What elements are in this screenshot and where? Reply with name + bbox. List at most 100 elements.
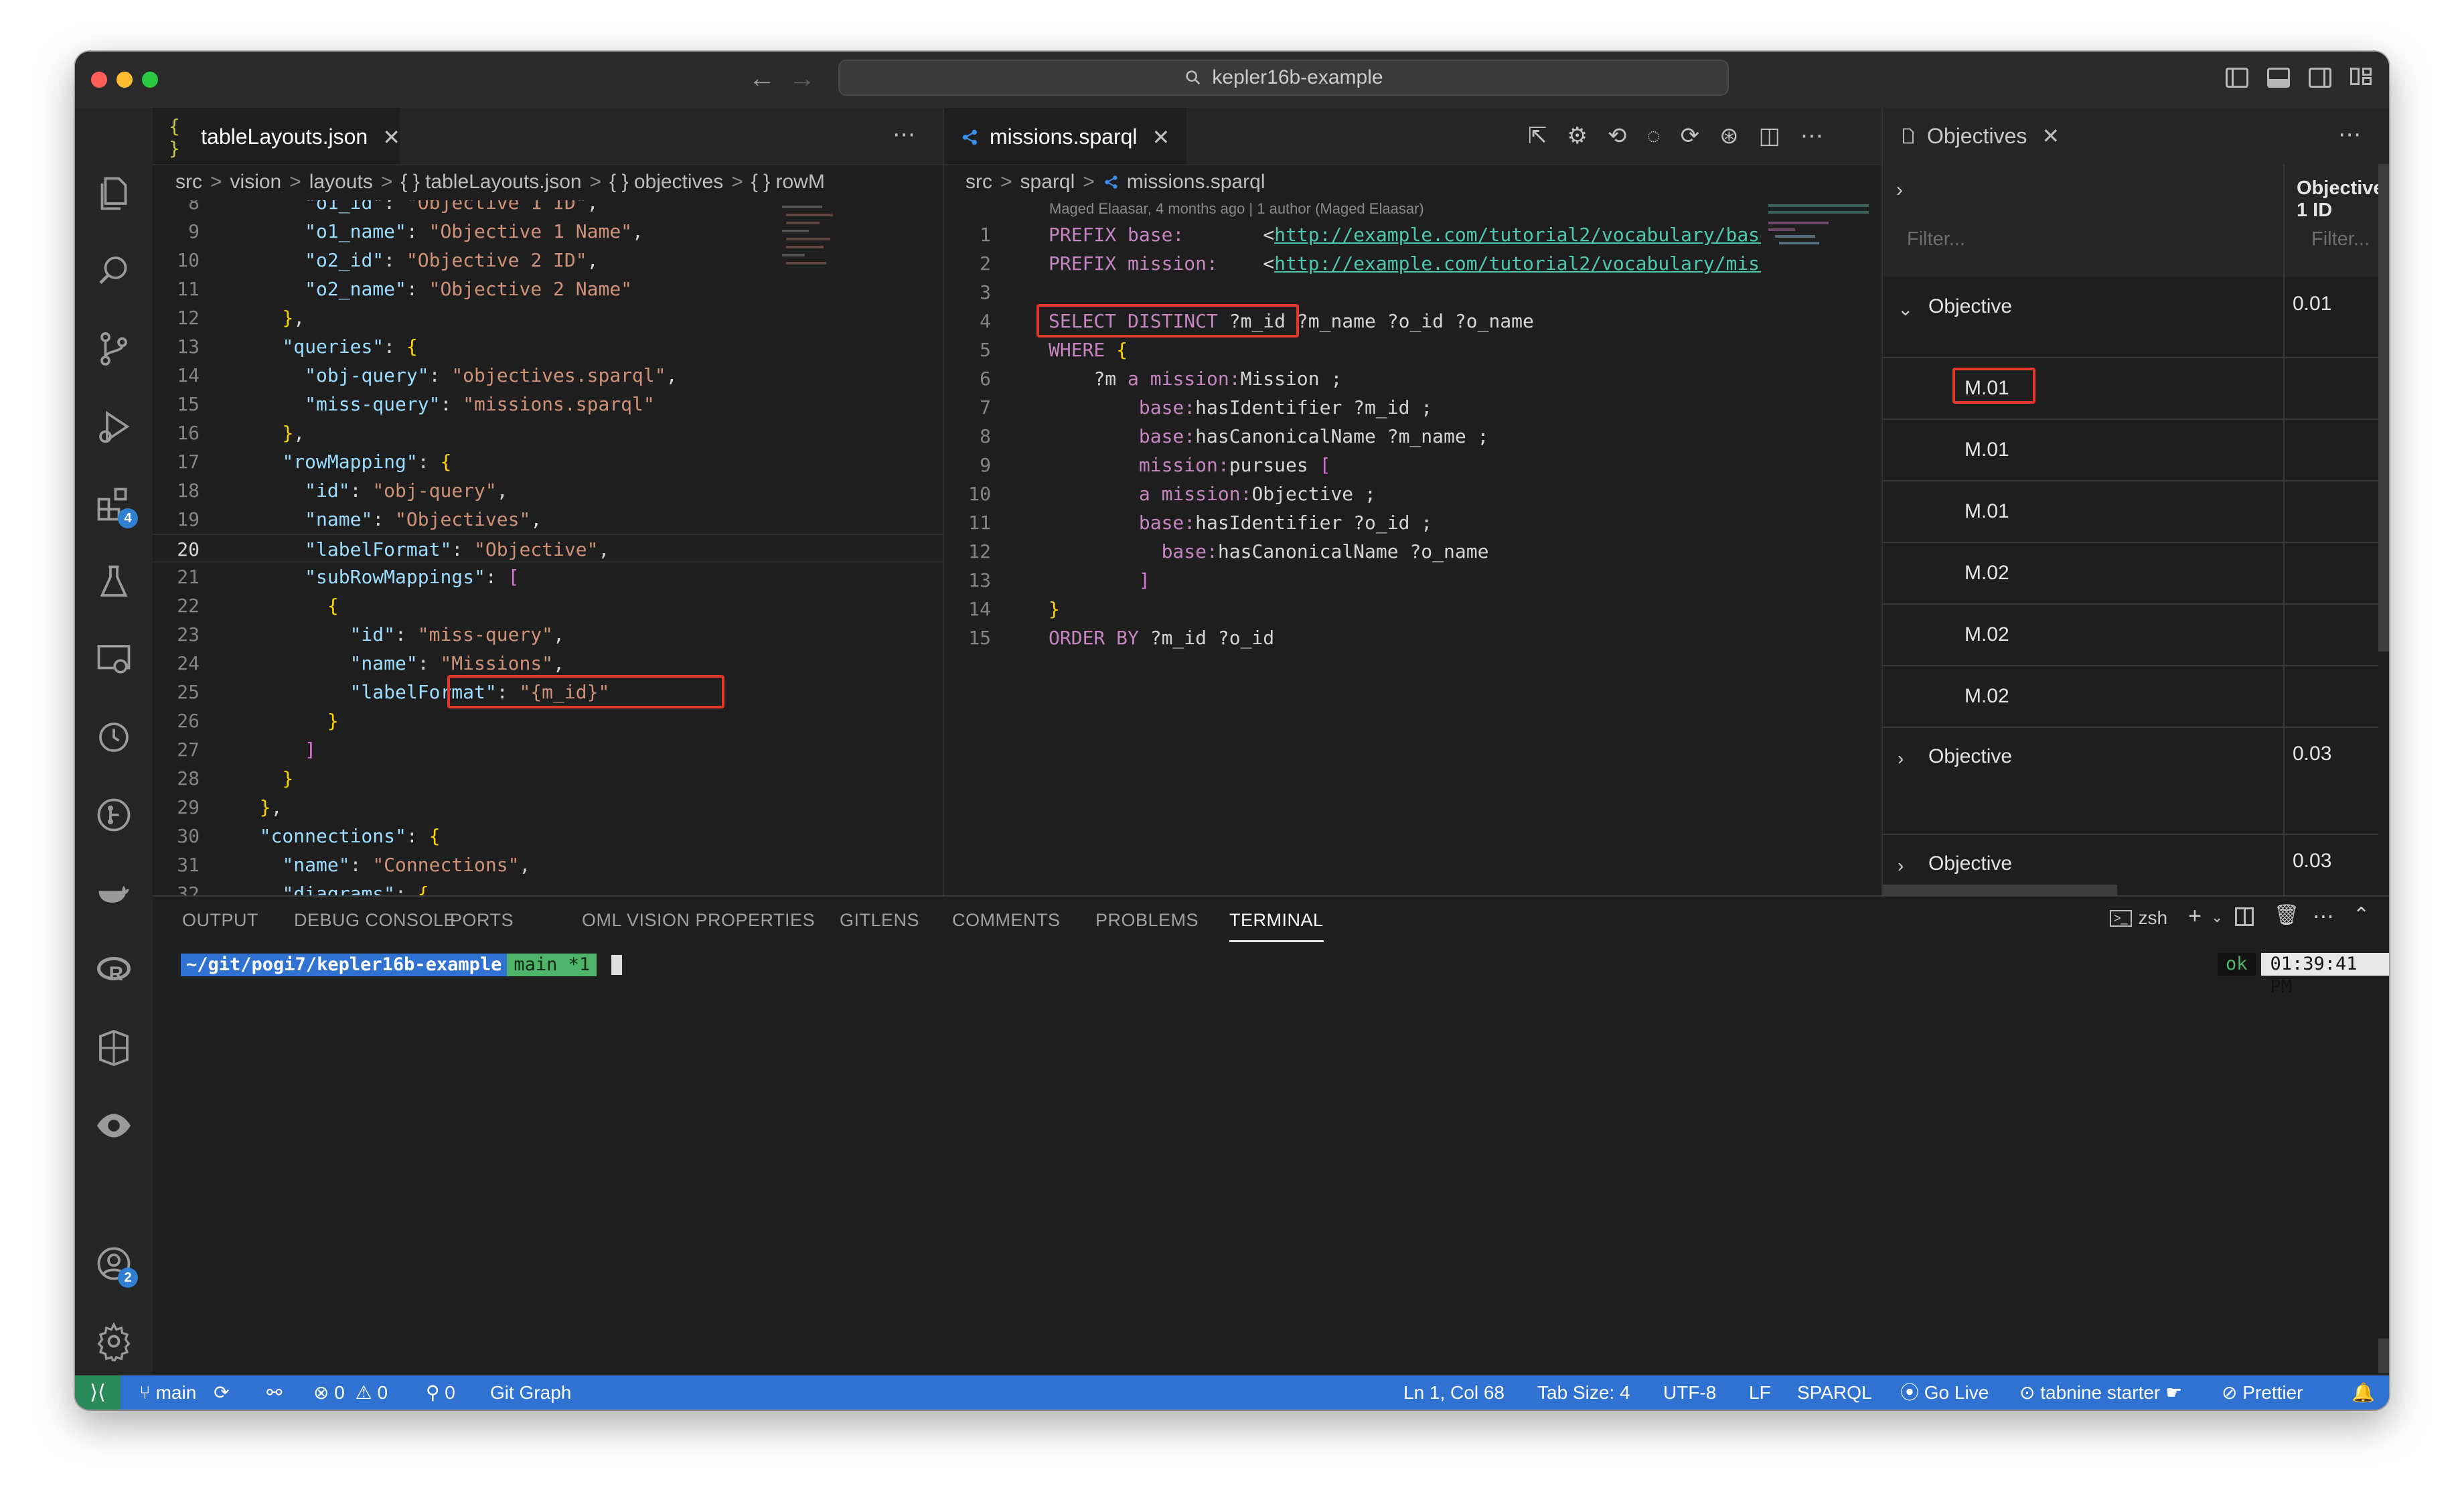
code-line[interactable]: 18 "id": "obj-query",: [153, 476, 943, 505]
problems-indicator[interactable]: ⊗ 0 ⚠ 0: [313, 1375, 388, 1410]
command-center-search[interactable]: kepler16b-example: [838, 60, 1729, 96]
extensions-icon[interactable]: 4: [94, 484, 138, 528]
chevron-down-icon[interactable]: ⌄: [2211, 909, 2223, 926]
chevron-down-icon[interactable]: ⌄: [1898, 298, 1913, 320]
go-live-button[interactable]: ⦿ Go Live: [1900, 1375, 1989, 1410]
breadcrumb-item[interactable]: { } objectives: [609, 171, 723, 194]
close-tab-icon[interactable]: ✕: [1152, 125, 1170, 150]
close-window-button[interactable]: [91, 72, 107, 88]
toggle-secondary-sidebar-icon[interactable]: [2309, 68, 2331, 88]
code-line[interactable]: 2 PREFIX mission: <http://example.com/tut…: [944, 249, 1761, 278]
search-icon[interactable]: [94, 251, 134, 291]
column-header-objective-1-id[interactable]: Objective 1 ID: [2297, 177, 2389, 222]
tab-objectives[interactable]: Objectives ✕: [1883, 108, 2104, 164]
toggle-primary-sidebar-icon[interactable]: [2226, 68, 2248, 88]
trash-icon[interactable]: 🗑: [2274, 903, 2299, 927]
mission-row[interactable]: M.01: [1883, 420, 2378, 481]
oml-icon[interactable]: [94, 1028, 134, 1068]
code-line[interactable]: 28 }: [153, 764, 943, 793]
code-line[interactable]: 21 "subRowMappings": [: [153, 562, 943, 591]
panel-tab-comments[interactable]: COMMENTS: [952, 910, 1061, 931]
label-filter-input[interactable]: Filter...: [1907, 228, 1965, 250]
id-filter-input[interactable]: Filter...: [2311, 228, 2370, 250]
code-line[interactable]: 14}: [944, 595, 1761, 623]
code-line[interactable]: 27 ]: [153, 735, 943, 764]
more-actions-icon[interactable]: ⋯: [2313, 903, 2334, 929]
objective-row[interactable]: › Objective 0.03: [1883, 728, 2378, 835]
tab-size[interactable]: Tab Size: 4: [1537, 1375, 1630, 1410]
breadcrumb-item[interactable]: src: [175, 171, 202, 194]
prettier-button[interactable]: ⊘ Prettier: [2222, 1375, 2303, 1410]
toggle-panel-icon[interactable]: [2267, 68, 2290, 88]
panel-tab-output[interactable]: OUTPUT: [182, 910, 258, 931]
branch-indicator[interactable]: ⑂ main ⟳: [139, 1375, 230, 1410]
tab-tablelayouts-json[interactable]: { } tableLayouts.json ✕: [153, 108, 400, 164]
code-line[interactable]: 29 },: [153, 793, 943, 822]
terminal-shell-selector[interactable]: >_ zsh: [2110, 907, 2167, 929]
testing-icon[interactable]: [94, 562, 134, 602]
maximize-panel-icon[interactable]: ⌃: [2353, 903, 2370, 927]
zoom-window-button[interactable]: [142, 72, 158, 88]
code-line[interactable]: 13 ]: [944, 566, 1761, 595]
code-line[interactable]: 17 "rowMapping": {: [153, 447, 943, 476]
chevron-right-icon[interactable]: ›: [1896, 179, 1903, 202]
panel-tab-terminal[interactable]: TERMINAL: [1229, 910, 1324, 942]
sparql-code-editor[interactable]: 1 PREFIX base: <http://example.com/tutori…: [944, 220, 1761, 890]
chevron-right-icon[interactable]: ›: [1898, 748, 1904, 769]
code-line[interactable]: 20 "labelFormat": "Objective",: [153, 534, 943, 562]
mission-row[interactable]: M.01: [1883, 358, 2378, 420]
mission-row[interactable]: M.01: [1883, 481, 2378, 543]
middle-minimap[interactable]: [1766, 200, 1879, 267]
remote-indicator-icon[interactable]: ⟩⟨: [75, 1375, 121, 1410]
panel-tab-ports[interactable]: PORTS: [450, 910, 514, 931]
code-line[interactable]: 5 WHERE {: [944, 335, 1761, 364]
code-line[interactable]: 7 base:hasIdentifier ?m_id ;: [944, 393, 1761, 422]
back-arrow-icon[interactable]: ←: [749, 64, 775, 93]
git-blame-annotation[interactable]: Maged Elaasar, 4 months ago | 1 author (…: [1049, 200, 1424, 218]
breadcrumb-item[interactable]: vision: [230, 171, 282, 194]
code-line[interactable]: 26 }: [153, 706, 943, 735]
code-line[interactable]: 23 "id": "miss-query",: [153, 620, 943, 649]
code-line[interactable]: 31 "name": "Connections",: [153, 850, 943, 879]
breadcrumb-item[interactable]: { } tableLayouts.json: [400, 171, 581, 194]
code-line[interactable]: 16 },: [153, 419, 943, 447]
code-line[interactable]: 3: [944, 278, 1761, 307]
end-of-line[interactable]: LF: [1749, 1375, 1771, 1410]
panel-tab-gitlens[interactable]: GITLENS: [840, 910, 919, 931]
code-line[interactable]: 15 "miss-query": "missions.sparql": [153, 390, 943, 419]
git-graph-button[interactable]: Git Graph: [490, 1375, 571, 1410]
minimize-window-button[interactable]: [117, 72, 133, 88]
customize-layout-icon[interactable]: [2350, 68, 2373, 88]
code-line[interactable]: 6 ?m a mission:Mission ;: [944, 364, 1761, 393]
notifications-bell-icon[interactable]: 🔔: [2352, 1375, 2375, 1410]
code-line[interactable]: 12 base:hasCanonicalName ?o_name: [944, 537, 1761, 566]
more-actions-icon[interactable]: ⋯: [2338, 121, 2361, 148]
mission-row[interactable]: M.02: [1883, 543, 2378, 605]
code-line[interactable]: 24 "name": "Missions",: [153, 649, 943, 678]
tabnine-button[interactable]: ⊙ tabnine starter ☛: [2019, 1375, 2182, 1410]
chevron-right-icon[interactable]: ›: [1898, 855, 1904, 877]
cursor-position[interactable]: Ln 1, Col 68: [1403, 1375, 1505, 1410]
terminal-scrollbar[interactable]: [2378, 1339, 2389, 1373]
encoding[interactable]: UTF-8: [1663, 1375, 1716, 1410]
code-line[interactable]: 11 base:hasIdentifier ?o_id ;: [944, 508, 1761, 537]
more-actions-icon[interactable]: ⋯: [893, 121, 915, 148]
panel-tab-problems[interactable]: PROBLEMS: [1095, 910, 1199, 931]
objective-row[interactable]: ⌄ Objective 0.01: [1883, 278, 2378, 358]
forward-arrow-icon[interactable]: →: [789, 64, 816, 93]
language-mode[interactable]: SPARQL: [1797, 1375, 1872, 1410]
breadcrumb-item[interactable]: src: [966, 171, 992, 194]
r-icon[interactable]: R: [94, 950, 134, 990]
vertical-scrollbar[interactable]: [2378, 164, 2389, 652]
editor-action-icons[interactable]: ⇱⚙⟲◌⟳⊛◫⋯: [1528, 123, 1843, 149]
new-terminal-plus-icon[interactable]: +: [2188, 903, 2202, 929]
breadcrumb-item[interactable]: sparql: [1020, 171, 1075, 194]
timeline-icon[interactable]: [94, 717, 134, 757]
code-line[interactable]: 30 "connections": {: [153, 822, 943, 850]
accounts-icon[interactable]: 2: [94, 1243, 138, 1288]
code-line[interactable]: 8 base:hasCanonicalName ?m_name ;: [944, 422, 1761, 451]
ports-indicator[interactable]: ⚲ 0: [426, 1375, 455, 1410]
terminal-area[interactable]: [153, 984, 2362, 1372]
source-control-icon[interactable]: [94, 329, 134, 369]
breadcrumb-item[interactable]: layouts: [309, 171, 373, 194]
